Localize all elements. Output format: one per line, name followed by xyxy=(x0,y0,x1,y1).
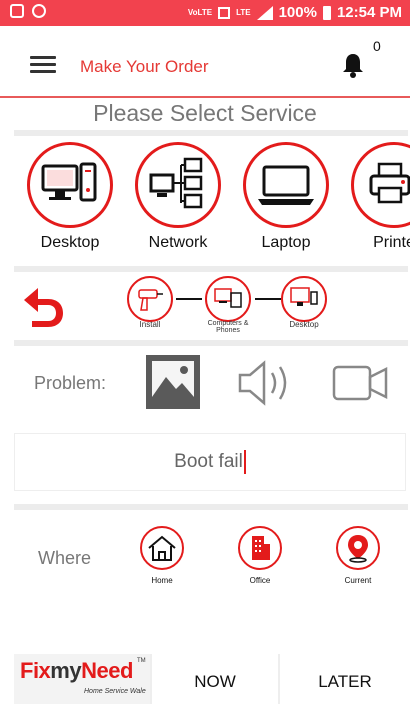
cast-icon xyxy=(218,6,231,19)
logo-fix: Fix xyxy=(20,658,51,683)
lte-indicator: LTE xyxy=(236,7,251,17)
text-cursor xyxy=(243,449,246,474)
service-printer[interactable]: Printe xyxy=(346,142,410,252)
problem-input-value: Boot fail xyxy=(174,451,243,472)
devices-icon xyxy=(214,288,242,308)
hamburger-menu-icon[interactable] xyxy=(30,56,56,74)
image-icon[interactable] xyxy=(146,355,200,409)
notification-count: 0 xyxy=(373,38,381,54)
logo-trademark: TM xyxy=(137,658,146,664)
bottom-bar: FixmyNeed TM Home Service Wale NOW LATER xyxy=(14,654,410,704)
fixmyneed-logo: FixmyNeed TM Home Service Wale xyxy=(14,654,150,704)
location-pin-icon xyxy=(348,535,368,563)
service-label: Desktop xyxy=(40,234,100,251)
step-label: Install xyxy=(139,320,161,329)
instagram-icon xyxy=(32,4,46,18)
service-label: Network xyxy=(148,234,208,251)
audio-icon[interactable] xyxy=(236,359,294,407)
later-button[interactable]: LATER xyxy=(280,654,410,704)
page-title: Make Your Order xyxy=(80,57,209,76)
logo-my: my xyxy=(50,658,82,683)
desktop-phone-icon xyxy=(290,287,318,306)
where-row: Where Home Office Current xyxy=(0,522,410,602)
step-label: Computers & Phones xyxy=(207,320,249,334)
home-icon xyxy=(148,535,176,561)
status-time: 12:54 PM xyxy=(336,4,402,21)
where-label: Where xyxy=(38,548,92,568)
divider xyxy=(14,130,408,136)
signal-icon xyxy=(256,5,273,20)
desktop-icon xyxy=(41,162,97,202)
section-title: Please Select Service xyxy=(93,100,317,126)
step-connector xyxy=(176,298,202,300)
problem-label: Problem: xyxy=(34,373,107,393)
step-label: Desktop xyxy=(289,320,319,329)
problem-description-input[interactable]: Boot fail xyxy=(14,433,406,491)
bell-icon[interactable] xyxy=(342,52,364,78)
video-icon[interactable] xyxy=(332,363,388,403)
laptop-icon xyxy=(258,165,314,205)
service-carousel[interactable]: Desktop Network Laptop Print xyxy=(0,142,410,264)
service-desktop[interactable]: Desktop xyxy=(22,142,118,252)
service-laptop[interactable]: Laptop xyxy=(238,142,334,252)
status-bar: VoLTE LTE 100% 12:54 PM xyxy=(0,0,410,26)
logo-tagline: Home Service Wale xyxy=(84,688,146,695)
service-label: Laptop xyxy=(261,234,311,251)
selection-breadcrumb: Install Computers & Phones Desktop xyxy=(0,276,410,336)
location-label: Current xyxy=(344,576,372,585)
office-building-icon xyxy=(252,536,270,560)
service-network[interactable]: Network xyxy=(130,142,226,252)
location-office[interactable]: Office xyxy=(230,526,290,585)
drill-icon xyxy=(138,289,163,311)
volte-indicator: VoLTE xyxy=(187,7,213,17)
network-icon xyxy=(149,157,203,209)
location-label: Office xyxy=(249,576,271,585)
problem-row: Problem: xyxy=(0,355,410,415)
step-desktop[interactable]: Desktop xyxy=(278,276,330,329)
service-label: Printe xyxy=(373,234,410,251)
divider xyxy=(14,266,408,272)
step-computers-phones[interactable]: Computers & Phones xyxy=(202,276,254,334)
back-arrow-icon[interactable] xyxy=(20,284,66,328)
notification-app-icon xyxy=(10,4,24,18)
divider xyxy=(14,340,408,346)
printer-icon xyxy=(369,162,410,204)
location-current[interactable]: Current xyxy=(328,526,388,585)
logo-need: Need xyxy=(81,658,133,683)
now-button[interactable]: NOW xyxy=(152,654,278,704)
step-install[interactable]: Install xyxy=(124,276,176,329)
location-home[interactable]: Home xyxy=(132,526,192,585)
app-bar: Make Your Order 0 xyxy=(0,26,410,98)
divider xyxy=(14,504,408,510)
battery-icon xyxy=(322,5,331,20)
location-label: Home xyxy=(151,576,173,585)
battery-percent: 100% xyxy=(278,4,317,21)
